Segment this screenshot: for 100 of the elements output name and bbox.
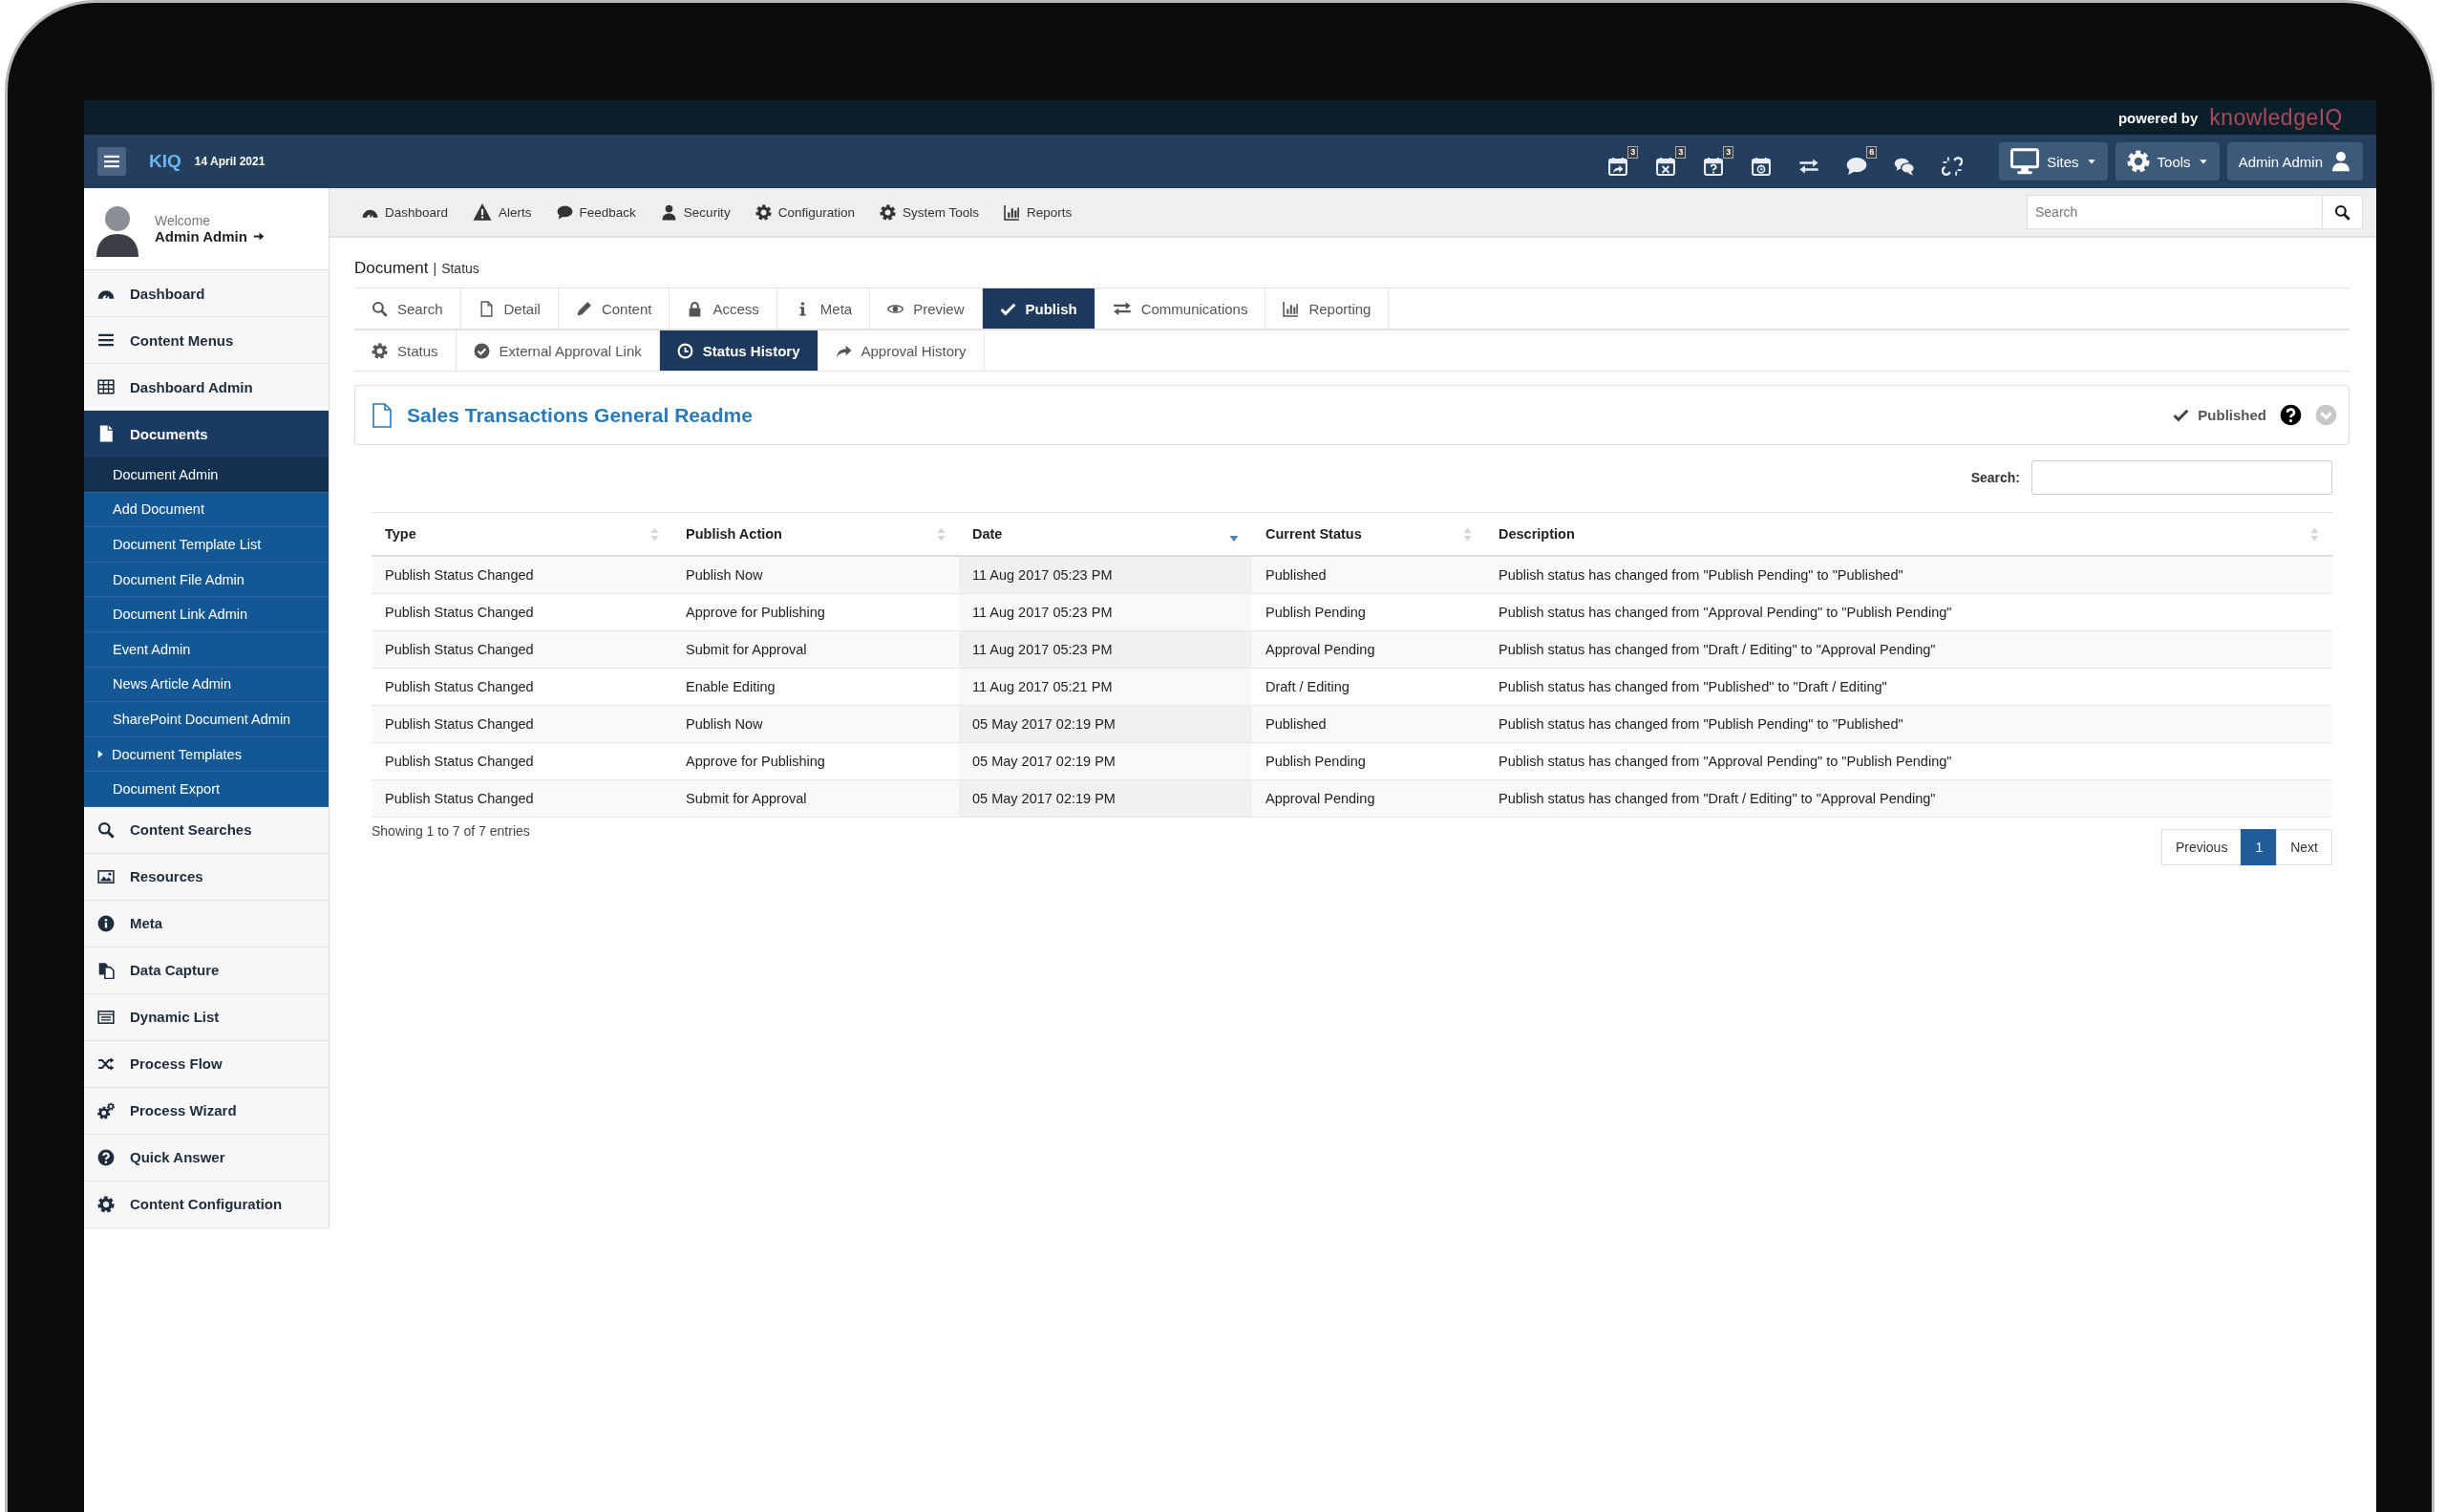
check-icon — [2173, 407, 2190, 423]
speech-bubble-icon — [1846, 156, 1868, 177]
sidebar-subitem[interactable]: Document Export — [84, 772, 329, 807]
tab[interactable]: Status History — [659, 330, 819, 371]
count-badge: 6 — [1866, 146, 1878, 159]
list-icon — [97, 1008, 115, 1026]
sidebar-item[interactable]: Dynamic List — [84, 993, 329, 1041]
monitor-icon — [2010, 147, 2040, 176]
app-name: KIQ — [149, 151, 181, 172]
speech-bubble-button[interactable]: 6 — [1846, 146, 1878, 177]
sidebar-subitem[interactable]: Document Link Admin — [84, 597, 329, 632]
table-cell: Publish Now — [672, 705, 959, 743]
dropdown-button[interactable]: Sites — [1999, 142, 2108, 181]
sidebar-item[interactable]: Data Capture — [84, 947, 329, 994]
calendar-icon — [1751, 156, 1773, 177]
table-info: Showing 1 to 7 of 7 entries — [372, 823, 530, 839]
toolbar-link[interactable]: Configuration — [755, 203, 855, 221]
file-icon — [97, 425, 115, 442]
count-badge: 3 — [1627, 146, 1639, 159]
gear-icon — [372, 342, 388, 359]
toolbar-link[interactable]: Security — [660, 203, 731, 221]
calendar-icon — [1607, 156, 1629, 177]
count-badge: 3 — [1675, 146, 1687, 159]
search-icon — [97, 820, 115, 839]
sidebar-subitem[interactable]: Document Template List — [84, 527, 329, 563]
chevron-circle-icon — [2315, 404, 2337, 426]
sidebar-item[interactable]: Process Wizard — [84, 1087, 329, 1135]
table-cell: Publish Pending — [1252, 593, 1485, 631]
sidebar-subitem[interactable]: News Article Admin — [84, 667, 329, 703]
gear-icon — [2126, 150, 2150, 173]
sidebar-subitem[interactable]: Document Admin — [84, 458, 329, 493]
toolbar-link[interactable]: Dashboard — [362, 203, 449, 221]
search-icon — [2334, 203, 2350, 221]
sidebar-item[interactable]: Dashboard Admin — [84, 364, 329, 411]
pagination-button[interactable]: Next — [2276, 829, 2332, 865]
count-badge: 3 — [1723, 146, 1734, 159]
documents-icon — [97, 961, 115, 979]
pencil-icon — [575, 300, 592, 317]
gear-icon — [755, 203, 772, 221]
search-label: Search: — [1970, 470, 2020, 485]
caret-icon — [96, 749, 106, 760]
table-cell: Approval Pending — [1252, 630, 1485, 669]
sidebar-item[interactable]: Quick Answer — [84, 1134, 329, 1182]
sidebar-subitem[interactable]: Document Templates — [84, 736, 329, 773]
table-cell: 05 May 2017 02:19 PM — [959, 705, 1252, 743]
sidebar-subitem[interactable]: Event Admin — [84, 631, 329, 668]
breadcrumb-separator: | — [433, 261, 437, 276]
dropdown-button[interactable]: Tools — [2115, 142, 2220, 181]
toolbar-link[interactable]: Alerts — [473, 202, 532, 222]
gear-icon — [97, 1195, 115, 1213]
pagination-button[interactable]: 1 — [2241, 829, 2278, 865]
bars-icon — [103, 153, 120, 170]
menu-button[interactable] — [97, 147, 126, 176]
sidebar-item[interactable]: Content Menus — [84, 317, 329, 364]
sidebar-subitem[interactable]: SharePoint Document Admin — [84, 702, 329, 737]
user-link[interactable]: Admin Admin — [155, 228, 247, 245]
table-cell: Submit for Approval — [672, 630, 959, 669]
tab[interactable]: Publish — [982, 288, 1095, 329]
toolbar-link[interactable]: System Tools — [879, 203, 979, 221]
table-cell: Publish Pending — [1252, 742, 1485, 780]
sidebar-item[interactable]: Resources — [84, 853, 329, 901]
calendar-button[interactable]: 3 — [1703, 146, 1734, 177]
file-icon — [371, 401, 393, 429]
calendar-button[interactable]: 3 — [1607, 146, 1639, 177]
sidebar-item[interactable]: Documents — [84, 411, 329, 458]
gears-icon — [97, 1101, 115, 1119]
calendar-button[interactable]: 3 — [1655, 146, 1687, 177]
toolbar-link[interactable]: Reports — [1004, 203, 1073, 221]
table-cell: Publish Now — [672, 556, 959, 594]
bar-chart-icon — [1283, 300, 1300, 317]
user-icon — [660, 203, 677, 221]
sidebar-subitem[interactable]: Add Document — [84, 492, 329, 528]
document-title: Sales Transactions General Readme — [407, 403, 754, 427]
table-cell: 05 May 2017 02:19 PM — [959, 779, 1252, 818]
calendar-icon — [1703, 156, 1725, 177]
sidebar-item[interactable]: Meta — [84, 900, 329, 948]
sidebar-item[interactable]: Process Flow — [84, 1040, 329, 1088]
gear-icon — [879, 203, 896, 221]
help-icon — [2280, 404, 2302, 426]
breadcrumb-section: Document — [354, 259, 429, 278]
speech-bubbles-icon — [1894, 156, 1916, 177]
sidebar-item[interactable]: Content Configuration — [84, 1181, 329, 1228]
toolbar-link[interactable]: Feedback — [556, 203, 636, 221]
sidebar-item[interactable]: Dashboard — [84, 270, 329, 317]
help-icon — [97, 1148, 115, 1166]
table-cell: Publish status has changed from "Publish Pending" to "Published" — [1485, 705, 2332, 743]
table-cell: 11 Aug 2017 05:23 PM — [959, 630, 1252, 669]
image-icon — [97, 867, 115, 885]
pagination-button[interactable]: Previous — [2160, 829, 2243, 865]
search-field[interactable]: Search — [2027, 195, 2323, 229]
search-button[interactable] — [2323, 195, 2363, 229]
file-icon — [478, 300, 495, 317]
user-menu-button[interactable]: Admin Admin — [2226, 142, 2363, 181]
sidebar-subitem[interactable]: Document File Admin — [84, 562, 329, 598]
sidebar-item[interactable]: Content Searches — [84, 806, 329, 854]
table-search-field[interactable] — [2031, 460, 2332, 495]
info-icon — [97, 914, 115, 932]
check-circle-icon — [473, 342, 490, 359]
table-cell: Publish Status Changed — [372, 742, 672, 780]
powered-by-label: powered by — [2117, 109, 2199, 126]
